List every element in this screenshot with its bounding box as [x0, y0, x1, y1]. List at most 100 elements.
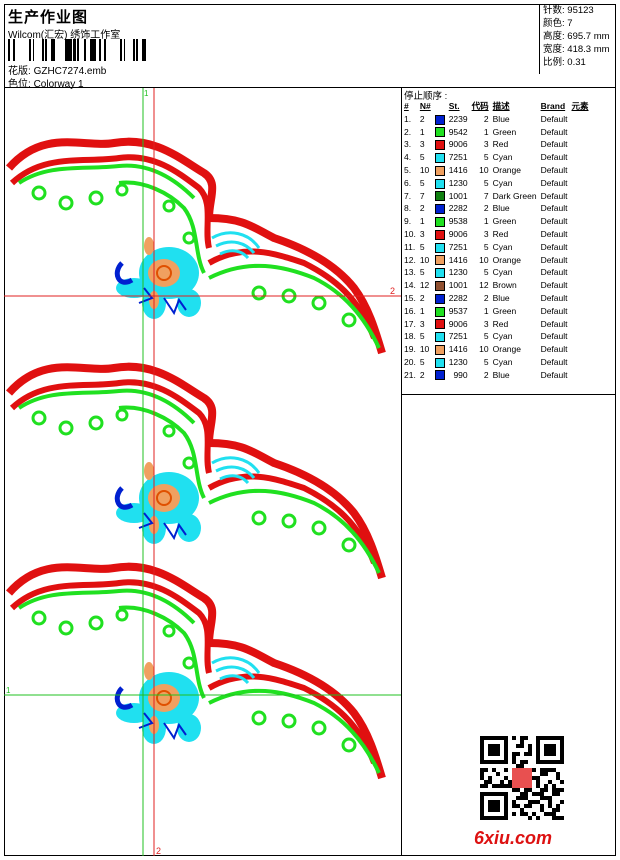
color-swatch — [434, 216, 445, 227]
cell-stitches: 9006 — [448, 228, 468, 239]
cell-brand: Default — [540, 228, 568, 239]
table-row: 1. 2 2239 2 Blue Default — [402, 113, 591, 126]
cell-stitches: 990 — [453, 369, 468, 380]
cell-code: 3 — [483, 318, 489, 329]
cell-stitches: 1416 — [448, 164, 468, 175]
cell-swatch — [433, 292, 447, 305]
cell-code: 2 — [483, 113, 489, 124]
stats-panel: 针数: 95123 颜色: 7 高度: 695.7 mm 宽度: 418.3 m… — [539, 4, 616, 74]
table-row: 15. 2 2282 2 Blue Default — [402, 292, 591, 305]
cell-description: Red — [492, 139, 509, 150]
embroidery-preview: 1 2 2 1 — [4, 88, 401, 856]
cell-swatch — [433, 241, 447, 254]
table-row: 19. 10 1416 10 Orange Default — [402, 343, 591, 356]
table-row: 18. 5 7251 5 Cyan Default — [402, 330, 591, 343]
col-swatch — [433, 100, 447, 113]
cell-brand: Default — [540, 356, 568, 367]
cell-code: 2 — [483, 292, 489, 303]
stat-row: 宽度: 418.3 mm — [543, 44, 610, 55]
cell-stitches: 9537 — [448, 305, 468, 316]
cell-brand: Default — [540, 190, 568, 201]
table-row: 21. 2 990 2 Blue Default — [402, 369, 591, 382]
cell-index: 16. — [404, 305, 416, 316]
cell-stitches: 1001 — [448, 190, 468, 201]
cell-needle: 10 — [419, 254, 430, 265]
cell-description: Red — [492, 228, 509, 239]
cell-description: Orange — [492, 164, 521, 175]
cell-needle: 7 — [419, 190, 425, 201]
cell-index: 20. — [404, 356, 416, 367]
stop-sequence-panel: 停止顺序 : # N# St. 代码 描述 Brand 元素 1. 2 2239 2 B… — [402, 88, 616, 856]
table-row: 8. 2 2282 2 Blue Default — [402, 202, 591, 215]
cell-code: 2 — [483, 203, 489, 214]
table-row: 11. 5 7251 5 Cyan Default — [402, 241, 591, 254]
cell-code: 12 — [479, 280, 489, 291]
color-swatch — [434, 344, 445, 355]
cell-index: 6. — [404, 177, 412, 188]
cell-stitches: 7251 — [448, 152, 468, 163]
cell-description: Blue — [492, 369, 510, 380]
cell-index: 18. — [404, 331, 416, 342]
color-swatch — [434, 370, 445, 381]
stat-row: 高度: 695.7 mm — [543, 31, 610, 42]
cell-swatch — [433, 266, 447, 279]
color-swatch — [434, 191, 445, 202]
cell-brand: Default — [540, 126, 568, 137]
cell-description: Dark Green — [492, 190, 537, 201]
cell-brand: Default — [540, 216, 568, 227]
color-swatch — [434, 280, 445, 291]
cell-swatch — [433, 215, 447, 228]
cell-brand: Default — [540, 203, 568, 214]
cell-brand: Default — [540, 164, 568, 175]
color-swatch — [434, 357, 445, 368]
cell-index: 10. — [404, 228, 416, 239]
cell-index: 5. — [404, 164, 412, 175]
cell-needle: 2 — [419, 203, 425, 214]
color-swatch — [434, 204, 445, 215]
cell-index: 4. — [404, 152, 412, 163]
cell-stitches: 9006 — [448, 318, 468, 329]
cell-brand: Default — [540, 113, 568, 124]
cell-index: 8. — [404, 203, 412, 214]
cell-swatch — [433, 279, 447, 292]
cell-needle: 12 — [419, 280, 430, 291]
cell-needle: 3 — [419, 139, 425, 150]
color-swatch — [434, 242, 445, 253]
cell-description: Orange — [492, 344, 521, 355]
cell-stitches: 1230 — [448, 356, 468, 367]
cell-brand: Default — [540, 267, 568, 278]
cell-index: 13. — [404, 267, 416, 278]
sequence-divider — [402, 394, 616, 395]
table-row: 13. 5 1230 5 Cyan Default — [402, 266, 591, 279]
cell-brand: Default — [540, 305, 568, 316]
cell-stitches: 9006 — [448, 139, 468, 150]
color-swatch — [434, 268, 445, 279]
stat-row: 颜色: 7 — [543, 18, 573, 29]
cell-stitches: 1416 — [448, 254, 468, 265]
cell-stitches: 1230 — [448, 177, 468, 188]
cell-swatch — [433, 228, 447, 241]
color-swatch — [434, 152, 445, 163]
cell-index: 17. — [404, 318, 416, 329]
cell-stitches: 7251 — [448, 241, 468, 252]
color-swatch — [434, 332, 445, 343]
cell-needle: 5 — [419, 356, 425, 367]
cell-stitches: 9538 — [448, 216, 468, 227]
color-swatch — [434, 319, 445, 330]
stat-row: 比例: 0.31 — [543, 57, 586, 68]
col-needle: N# — [419, 101, 431, 111]
cell-code: 1 — [483, 305, 489, 316]
color-swatch — [434, 306, 445, 317]
guide-label-h2: 2 — [390, 286, 395, 296]
cell-description: Red — [492, 318, 509, 329]
cell-description: Cyan — [492, 241, 513, 252]
table-row: 3. 3 9006 3 Red Default — [402, 138, 591, 151]
cell-index: 1. — [404, 113, 412, 124]
cell-brand: Default — [540, 139, 568, 150]
cell-description: Blue — [492, 203, 510, 214]
cell-code: 5 — [483, 267, 489, 278]
cell-brand: Default — [540, 369, 568, 380]
col-index: # — [404, 101, 409, 111]
cell-needle: 3 — [419, 318, 425, 329]
cell-needle: 2 — [419, 292, 425, 303]
